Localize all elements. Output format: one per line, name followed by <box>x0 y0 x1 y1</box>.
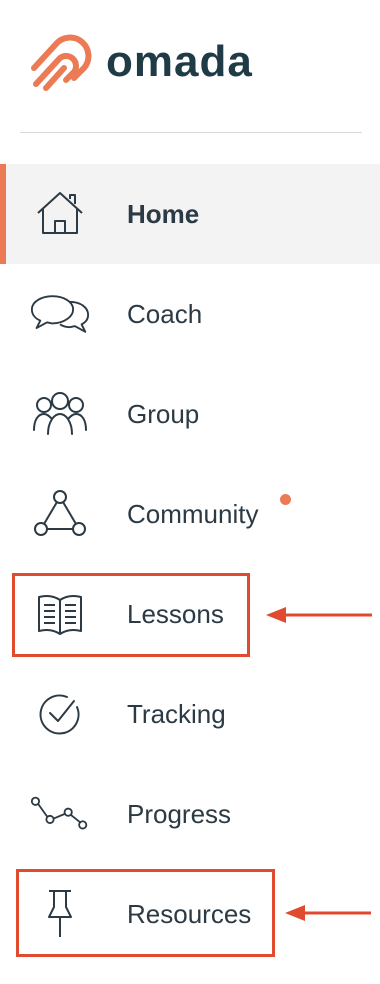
nav-label-coach: Coach <box>127 298 203 329</box>
omada-logo-icon <box>31 34 92 91</box>
nav-label-group: Group <box>127 398 200 429</box>
nav-label-lessons: Lessons <box>127 598 224 629</box>
nav-item-group[interactable]: Group <box>0 364 380 464</box>
nav-label-progress: Progress <box>127 798 232 829</box>
nav-item-home[interactable]: Home <box>0 164 380 264</box>
nav-item-progress[interactable]: Progress <box>0 764 380 864</box>
nav-label-resources: Resources <box>127 898 252 929</box>
omada-logo[interactable]: omada <box>30 32 253 92</box>
nav-item-resources[interactable]: Resources <box>0 864 380 964</box>
nav-item-community[interactable]: Community <box>0 464 380 564</box>
nav-item-tracking[interactable]: Tracking <box>0 664 380 764</box>
nav-item-lessons[interactable]: Lessons <box>0 564 380 664</box>
pushpin-icon <box>30 889 90 939</box>
nav-label-tracking: Tracking <box>127 698 226 729</box>
line-chart-icon <box>30 789 90 839</box>
nav-label-home: Home <box>127 198 200 229</box>
brand-name: omada <box>106 37 253 86</box>
book-icon <box>30 589 90 639</box>
nav-label-community: Community <box>127 498 259 529</box>
header-divider <box>20 132 362 133</box>
nav-item-coach[interactable]: Coach <box>0 264 380 364</box>
check-circle-icon <box>30 689 90 739</box>
house-icon <box>30 189 90 239</box>
network-triangle-icon <box>30 489 90 539</box>
notification-dot <box>280 494 291 505</box>
chat-bubbles-icon <box>30 289 90 339</box>
sidebar-nav: Home Coach Group Community Lessons Track… <box>0 164 380 964</box>
people-icon <box>30 389 90 439</box>
